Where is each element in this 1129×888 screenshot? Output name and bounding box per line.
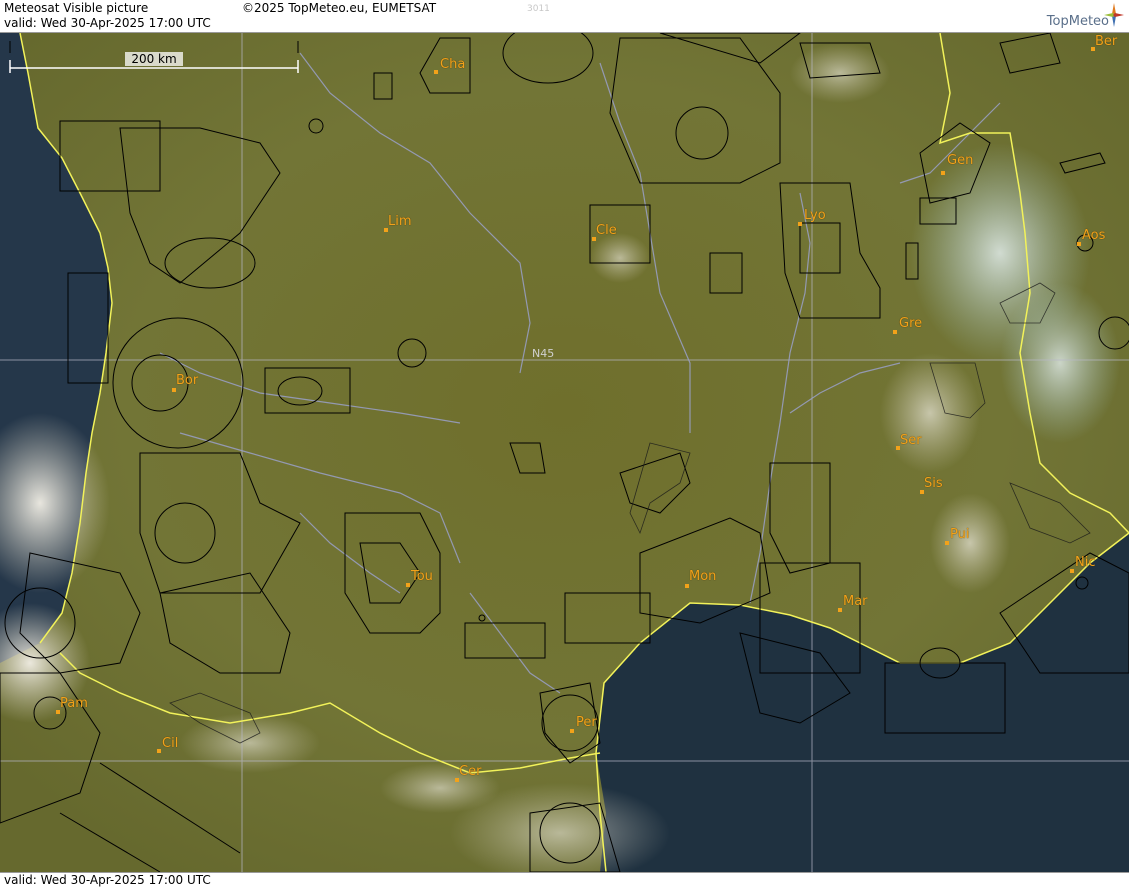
footer-valid-time: valid: Wed 30-Apr-2025 17:00 UTC xyxy=(4,873,211,887)
image-title: Meteosat Visible picture xyxy=(4,1,149,15)
city-label: Cha xyxy=(440,57,466,72)
city-label: Pui xyxy=(950,527,970,542)
logo-text: TopMeteo xyxy=(1046,14,1109,29)
city-label: Lyo xyxy=(804,208,826,223)
alps-snow xyxy=(1000,283,1120,443)
city-marker xyxy=(172,388,176,392)
city-marker xyxy=(570,729,574,733)
city-label: Gre xyxy=(899,316,923,331)
city-marker xyxy=(434,70,438,74)
header-bar: Meteosat Visible picture ©2025 TopMeteo.… xyxy=(0,0,1129,33)
footer-bar: valid: Wed 30-Apr-2025 17:00 UTC xyxy=(0,872,1129,888)
city-label: Pam xyxy=(60,696,88,711)
city-label: Per xyxy=(576,715,597,730)
city-label: Mar xyxy=(843,594,868,609)
scale-bar-label: 200 km xyxy=(125,52,183,66)
city-marker xyxy=(798,222,802,226)
cloud-patch xyxy=(590,233,650,283)
city-label: Lim xyxy=(388,214,412,229)
city-label: Aos xyxy=(1082,228,1106,243)
city-marker xyxy=(685,584,689,588)
city-marker xyxy=(1077,242,1081,246)
city-marker xyxy=(157,749,161,753)
city-marker xyxy=(945,541,949,545)
city-label: Ber xyxy=(1095,34,1118,49)
city-marker xyxy=(893,330,897,334)
latitude-label: N45 xyxy=(532,347,555,360)
city-label: Tou xyxy=(411,569,433,584)
city-label: Nic xyxy=(1075,555,1096,570)
city-label: Gen xyxy=(947,153,974,168)
image-code: 3011 xyxy=(527,4,550,14)
city-label: Cle xyxy=(596,223,617,238)
city-marker xyxy=(838,608,842,612)
city-marker xyxy=(1070,569,1074,573)
city-label: Sis xyxy=(924,476,943,491)
city-label: Mon xyxy=(689,569,717,584)
city-label: Cer xyxy=(459,764,482,779)
city-marker xyxy=(406,583,410,587)
valid-time: valid: Wed 30-Apr-2025 17:00 UTC xyxy=(4,16,211,30)
city-label: Ser xyxy=(900,433,922,448)
alps-cloud xyxy=(880,353,980,473)
city-label: Cil xyxy=(162,736,179,751)
satellite-map: 200 km N45 Cha Ber Gen Lim Cle Lyo Aos G… xyxy=(0,33,1129,872)
alps-cloud xyxy=(930,493,1010,593)
city-label: Bor xyxy=(176,373,199,388)
pyrenees-snow xyxy=(380,763,500,813)
city-marker xyxy=(941,171,945,175)
copyright-text: ©2025 TopMeteo.eu, EUMETSAT xyxy=(242,1,437,15)
compass-logo-icon xyxy=(1104,3,1124,27)
pyrenees-snow xyxy=(180,713,320,773)
